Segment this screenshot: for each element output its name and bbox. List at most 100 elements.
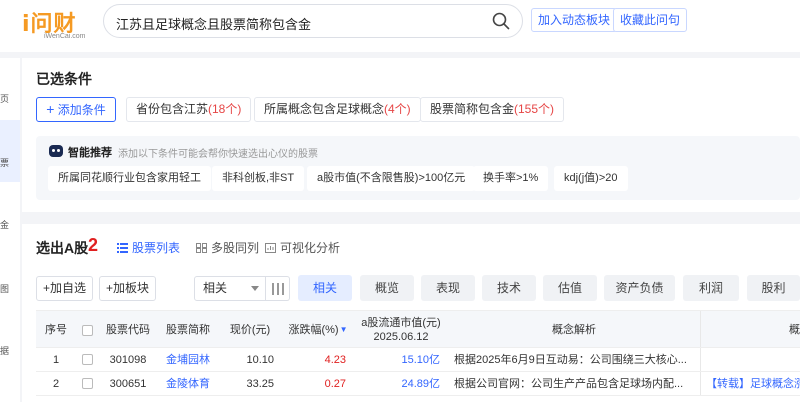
cell-name-link[interactable]: 金埔园林 [158,348,218,372]
col-change-label: 涨跌幅(%) [288,324,339,336]
tab-label: 多股同列 [211,241,260,255]
logo[interactable]: i问财 iWenCai.com [22,6,88,42]
condition-label: 股票简称包含金 [430,102,515,116]
grid-icon [196,243,207,253]
add-condition-label: 添加条件 [57,103,106,117]
left-nav-item[interactable]: 据 [0,344,9,357]
col-name[interactable]: 股票简称 [158,311,218,349]
results-title: 选出A股 [36,240,89,256]
add-condition-button[interactable]: + 添加条件 [36,97,116,122]
column-settings-icon[interactable] [266,276,290,301]
tab-visual-analysis[interactable]: 可视化分析 [265,239,340,256]
conditions-panel: 已选条件 + 添加条件 省份包含江苏(18个) 所属概念包含足球概念(4个) 股… [22,58,800,212]
filter-tab[interactable]: 表现 [421,275,475,301]
recommend-chip[interactable]: a股市值(不含限售股)>100亿元 [307,166,476,191]
plus-icon: + [106,281,114,295]
recommend-chip[interactable]: 非科创板,非ST [212,166,305,191]
column-divider [700,348,701,371]
cell-index: 2 [52,378,60,390]
filter-tab[interactable]: 股利 [747,275,800,301]
cell-mktcap[interactable]: 24.89亿 [354,372,440,396]
condition-label: 所属概念包含足球概念 [264,102,385,116]
cell-price: 10.10 [246,354,274,366]
left-nav-active[interactable] [0,120,20,182]
logo-subtext: iWenCai.com [44,33,86,40]
condition-chip[interactable]: 股票简称包含金(155个) [420,97,565,122]
select-all-checkbox[interactable] [76,311,98,349]
row-checkbox[interactable] [76,348,98,372]
cell-mktcap[interactable]: 15.10亿 [354,348,440,372]
col-mktcap[interactable]: a股流通市值(元) 2025.06.12 [354,311,448,349]
search-input[interactable]: 江苏且足球概念且股票简称包含金 [103,4,523,38]
col-price[interactable]: 现价(元) [218,311,282,349]
conditions-title: 已选条件 [36,71,92,87]
left-nav-item[interactable]: 票 [0,156,9,169]
tab-stock-list[interactable]: 股票列表 [117,239,180,256]
list-icon [117,243,128,253]
col-extra[interactable]: 概 [700,311,800,349]
condition-chip[interactable]: 所属概念包含足球概念(4个) [254,97,421,122]
col-change[interactable]: 涨跌幅(%) ▼ [282,311,354,349]
column-divider [700,372,701,395]
results-panel: 选出A股 2 股票列表 多股同列 可视化分析 +加自选 +加板块 相关 相关 概… [22,224,800,402]
add-watchlist-button[interactable]: +加自选 [36,276,94,301]
sort-select-value: 相关 [203,281,228,295]
cell-code: 300651 [109,378,147,390]
col-analysis[interactable]: 概念解析 [448,311,700,349]
recommend-chip[interactable]: kdj(j值)>20 [554,166,628,191]
left-nav-item[interactable]: 页 [0,92,9,105]
search-icon[interactable] [492,12,510,30]
cell-change: 4.23 [324,354,346,366]
filter-tab[interactable]: 资产负债 [604,275,675,301]
table-row[interactable]: 2 300651 金陵体育 33.25 0.27 24.89亿 根据公司官网：公… [36,372,800,396]
cell-price: 33.25 [246,378,274,390]
col-code[interactable]: 股票代码 [98,311,158,349]
left-nav-strip: 页 票 金 图 据 [0,58,20,402]
plus-icon: + [46,101,55,117]
add-board-button[interactable]: +加板块 [99,276,157,301]
table-row[interactable]: 1 301098 金埔园林 10.10 4.23 15.10亿 根据2025年6… [36,348,800,372]
tab-multi-stock[interactable]: 多股同列 [196,239,259,256]
filter-tab[interactable]: 估值 [543,275,597,301]
condition-count: (4个) [384,102,411,116]
left-nav-item[interactable]: 图 [0,282,9,295]
recommend-chip[interactable]: 所属同花顺行业包含家用轻工 [48,166,211,191]
chart-icon [265,243,276,253]
sort-icon: ▼ [339,325,348,334]
cell-change: 0.27 [324,378,346,390]
col-mktcap-label: a股流通市值(元) [361,317,441,329]
add-board-label: 加板块 [113,281,150,295]
tab-label: 可视化分析 [280,241,341,255]
condition-label: 省份包含江苏 [136,102,209,116]
cell-extra[interactable]: 【转载】足球概念涨1.19 [706,372,800,396]
row-checkbox[interactable] [76,372,98,396]
filter-tab[interactable]: 概览 [360,275,414,301]
cell-analysis[interactable]: 根据2025年6月9日互动易：公司围绕三大核心... [454,348,694,372]
condition-chip[interactable]: 省份包含江苏(18个) [126,97,252,122]
save-question-button[interactable]: 收藏此问句 [613,8,688,32]
top-bar: i问财 iWenCai.com 江苏且足球概念且股票简称包含金 加入动态板块 收… [0,0,800,52]
filter-tab[interactable]: 相关 [298,275,352,301]
plus-icon: + [43,281,51,295]
condition-count: (18个) [208,102,242,116]
filter-tab[interactable]: 技术 [482,275,536,301]
search-query[interactable]: 江苏且足球概念且股票简称包含金 [116,14,311,33]
add-watchlist-label: 加自选 [50,281,87,295]
cell-code: 301098 [109,354,147,366]
recommend-chip[interactable]: 换手率>1% [473,166,549,191]
results-count: 2 [88,235,99,255]
col-index: 序号 [45,324,67,336]
sort-select[interactable]: 相关 [194,276,266,301]
condition-count: (155个) [514,102,555,116]
robot-icon [49,145,63,157]
smart-recommend-title: 智能推荐 [68,147,112,159]
smart-recommend: 智能推荐 添加以下条件可能会帮你快速选出心仪的股票 所属同花顺行业包含家用轻工 … [36,136,800,200]
cell-index: 1 [52,354,60,366]
add-dynamic-board-button[interactable]: 加入动态板块 [531,8,618,32]
table-header: 序号 股票代码 股票简称 现价(元) 涨跌幅(%) ▼ a股流通市值(元) 20… [36,310,800,348]
cell-name-link[interactable]: 金陵体育 [158,372,218,396]
cell-analysis[interactable]: 根据公司官网：公司生产产品包含足球场内配... [454,372,694,396]
left-nav-item[interactable]: 金 [0,218,9,231]
filter-tab[interactable]: 利润 [683,275,739,301]
chevron-down-icon [251,286,259,291]
